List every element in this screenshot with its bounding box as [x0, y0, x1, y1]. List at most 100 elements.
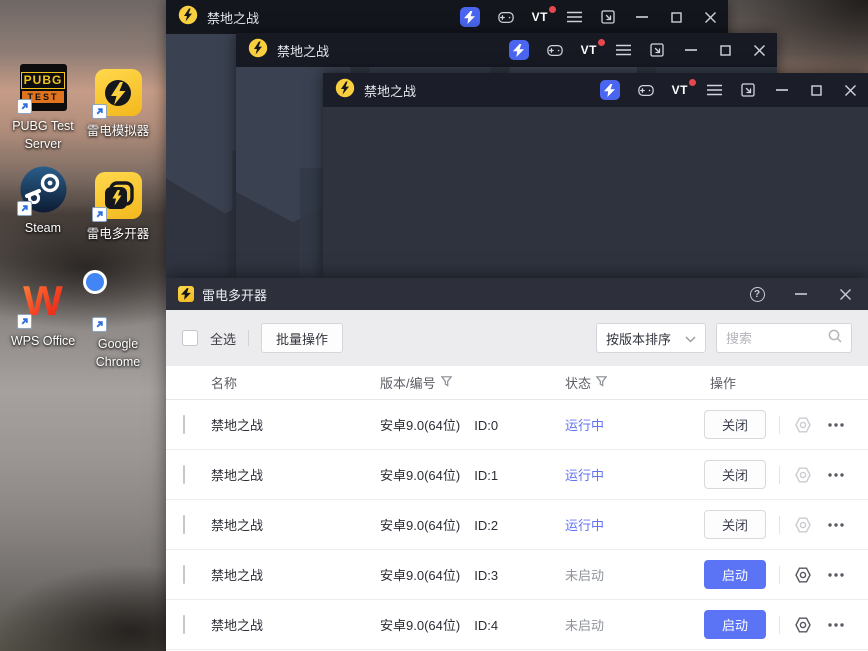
action-divider — [779, 565, 780, 584]
table-row: 禁地之战 安卓9.0(64位) ID:3 未启动 启动 — [166, 550, 868, 600]
minimize-button[interactable] — [683, 42, 699, 58]
more-options-icon[interactable] — [826, 615, 846, 635]
vt-button[interactable]: VT — [531, 6, 556, 24]
boost-icon[interactable] — [508, 40, 529, 60]
emulator-titlebar[interactable]: 禁地之战 VT — [166, 0, 728, 34]
menu-icon[interactable] — [566, 9, 582, 25]
resize-corner-icon[interactable] — [740, 82, 756, 98]
menu-icon[interactable] — [706, 82, 722, 98]
manager-titlebar[interactable]: 雷电多开器 ? — [166, 278, 868, 310]
icon-label: Google Chrome — [95, 337, 141, 369]
gamepad-icon[interactable] — [637, 82, 654, 98]
resize-corner-icon[interactable] — [649, 42, 665, 58]
filter-icon[interactable] — [595, 375, 608, 390]
ldplayer-logo-icon — [178, 5, 198, 30]
icon-label: WPS Office — [10, 334, 76, 348]
multi-instance-manager-window: 雷电多开器 ? 全选 批量操作 按版本排序 搜索 名称 版本/编号 状态 操作 … — [166, 278, 868, 651]
search-icon — [828, 329, 842, 348]
maximize-button[interactable] — [668, 9, 684, 25]
more-options-icon[interactable] — [826, 415, 846, 435]
maximize-button[interactable] — [717, 42, 733, 58]
vt-button[interactable]: VT — [580, 39, 605, 57]
menu-icon[interactable] — [615, 42, 631, 58]
maximize-button[interactable] — [808, 82, 824, 98]
header-operations: 操作 — [710, 376, 737, 391]
desktop-icon-pubg-test-server[interactable]: PUBG TEST PUBG Test Server — [4, 64, 82, 154]
close-button[interactable] — [702, 9, 718, 25]
close-button[interactable] — [751, 42, 767, 58]
close-button[interactable] — [842, 82, 858, 98]
icon-label: 雷电模拟器 — [86, 124, 150, 138]
settings-gear-icon[interactable] — [793, 415, 813, 435]
emulator-titlebar[interactable]: 禁地之战 VT — [323, 73, 868, 107]
chevron-down-icon — [685, 331, 696, 346]
gamepad-icon[interactable] — [546, 42, 563, 58]
header-status: 状态 — [565, 373, 701, 392]
minimize-button[interactable] — [774, 82, 790, 98]
help-button[interactable]: ? — [748, 285, 766, 303]
vt-label: VT — [531, 10, 548, 24]
emu-window-title: 禁地之战 — [277, 43, 330, 59]
notification-dot — [598, 39, 605, 46]
action-divider — [779, 415, 780, 434]
header-version: 版本/编号 — [380, 373, 565, 392]
sort-dropdown-value: 按版本排序 — [606, 331, 672, 347]
action-button[interactable]: 关闭 — [704, 510, 766, 539]
row-checkbox[interactable] — [183, 414, 185, 434]
boost-icon[interactable] — [599, 80, 620, 100]
desktop-icon-steam[interactable]: Steam — [4, 166, 82, 238]
settings-gear-icon[interactable] — [793, 565, 813, 585]
more-options-icon[interactable] — [826, 465, 846, 485]
desktop-icon-google-chrome[interactable]: Google Chrome — [79, 282, 157, 372]
settings-gear-icon[interactable] — [793, 615, 813, 635]
boost-icon[interactable] — [459, 7, 480, 27]
instance-version: 安卓9.0(64位) ID:0 — [380, 418, 499, 433]
settings-gear-icon[interactable] — [793, 465, 813, 485]
emulator-titlebar[interactable]: 禁地之战 VT — [236, 33, 777, 67]
vt-label: VT — [671, 83, 688, 97]
shortcut-arrow-icon — [16, 314, 32, 329]
instance-version: 安卓9.0(64位) ID:3 — [380, 568, 499, 583]
more-options-icon[interactable] — [826, 515, 846, 535]
instance-version: 安卓9.0(64位) ID:2 — [380, 518, 499, 533]
gamepad-icon[interactable] — [497, 9, 514, 25]
action-button[interactable]: 启动 — [704, 560, 766, 589]
select-all-label: 全选 — [210, 331, 237, 347]
desktop-icon-ldplayer[interactable]: 雷电模拟器 — [79, 69, 157, 141]
row-checkbox[interactable] — [183, 614, 185, 634]
instance-status: 运行中 — [565, 468, 605, 483]
instance-name: 禁地之战 — [211, 418, 264, 433]
close-button[interactable] — [836, 285, 854, 303]
desktop-icon-wps-office[interactable]: W WPS Office — [4, 277, 82, 351]
icon-label: PUBG Test Server — [12, 119, 74, 151]
row-checkbox[interactable] — [183, 514, 185, 534]
action-button[interactable]: 启动 — [704, 610, 766, 639]
more-options-icon[interactable] — [826, 565, 846, 585]
instance-name: 禁地之战 — [211, 518, 264, 533]
select-all-checkbox[interactable] — [182, 330, 198, 346]
filter-icon[interactable] — [440, 375, 453, 390]
notification-dot — [549, 6, 556, 13]
action-button[interactable]: 关闭 — [704, 460, 766, 489]
minimize-button[interactable] — [792, 285, 810, 303]
search-input[interactable] — [726, 330, 828, 346]
toolbar-divider — [248, 330, 250, 346]
sort-dropdown[interactable]: 按版本排序 — [596, 323, 706, 353]
ldplayer-logo-icon — [248, 38, 268, 63]
row-checkbox[interactable] — [183, 464, 185, 484]
instance-status: 未启动 — [565, 568, 605, 583]
desktop-icon-ld-multi-opener[interactable]: 雷电多开器 — [79, 172, 157, 244]
resize-corner-icon[interactable] — [600, 9, 616, 25]
settings-gear-icon[interactable] — [793, 515, 813, 535]
emulator-window: 禁地之战 VT — [323, 73, 868, 278]
action-button[interactable]: 关闭 — [704, 410, 766, 439]
minimize-button[interactable] — [634, 9, 650, 25]
vt-label: VT — [580, 43, 597, 57]
table-header: 名称 版本/编号 状态 操作 — [166, 366, 868, 400]
row-checkbox[interactable] — [183, 564, 185, 584]
batch-operations-button[interactable]: 批量操作 — [261, 323, 344, 353]
vt-button[interactable]: VT — [671, 79, 696, 97]
instance-name: 禁地之战 — [211, 618, 264, 633]
instance-version: 安卓9.0(64位) ID:1 — [380, 468, 499, 483]
instance-version: 安卓9.0(64位) ID:4 — [380, 618, 499, 633]
